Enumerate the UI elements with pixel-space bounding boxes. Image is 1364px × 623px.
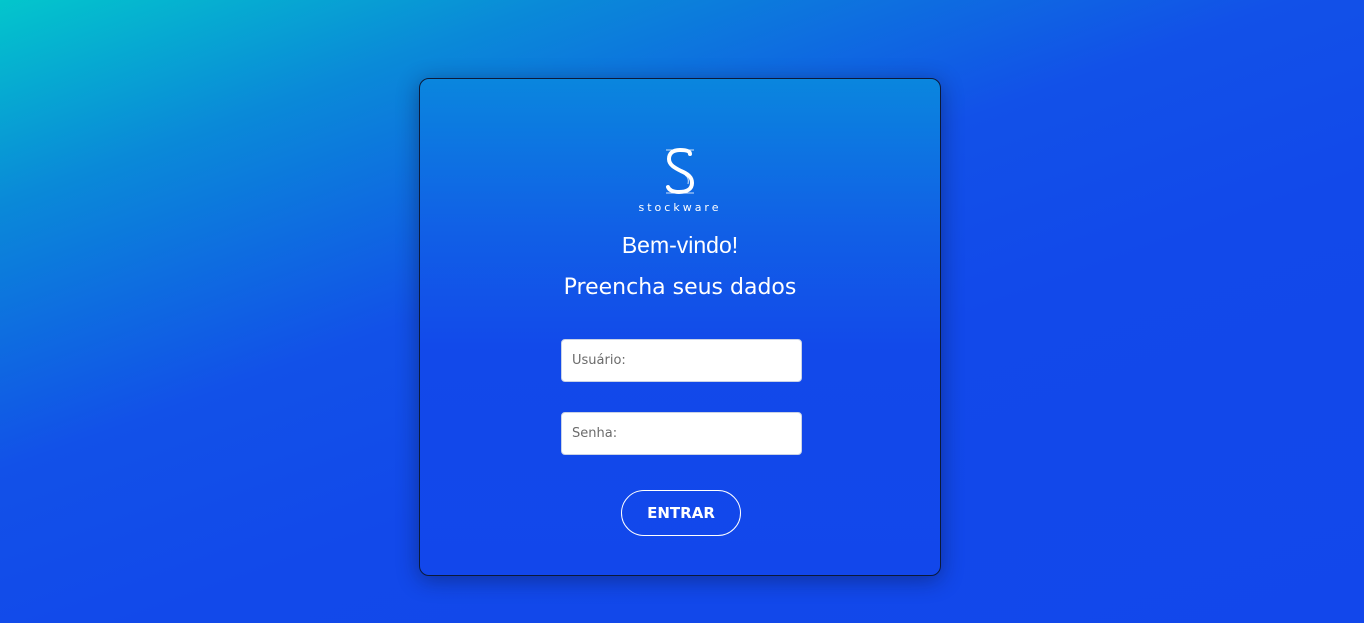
welcome-heading: Bem-vindo! [621, 232, 739, 258]
login-button[interactable]: ENTRAR [621, 490, 741, 536]
form-subtitle: Preencha seus dados [563, 275, 797, 300]
password-input[interactable] [561, 412, 802, 455]
stockware-s-logo-icon [666, 147, 695, 195]
username-input[interactable] [561, 339, 802, 382]
login-card: stockware Bem-vindo! Preencha seus dados… [419, 78, 941, 576]
brand-name: stockware [638, 201, 722, 214]
brand-logo: stockware [420, 147, 940, 214]
